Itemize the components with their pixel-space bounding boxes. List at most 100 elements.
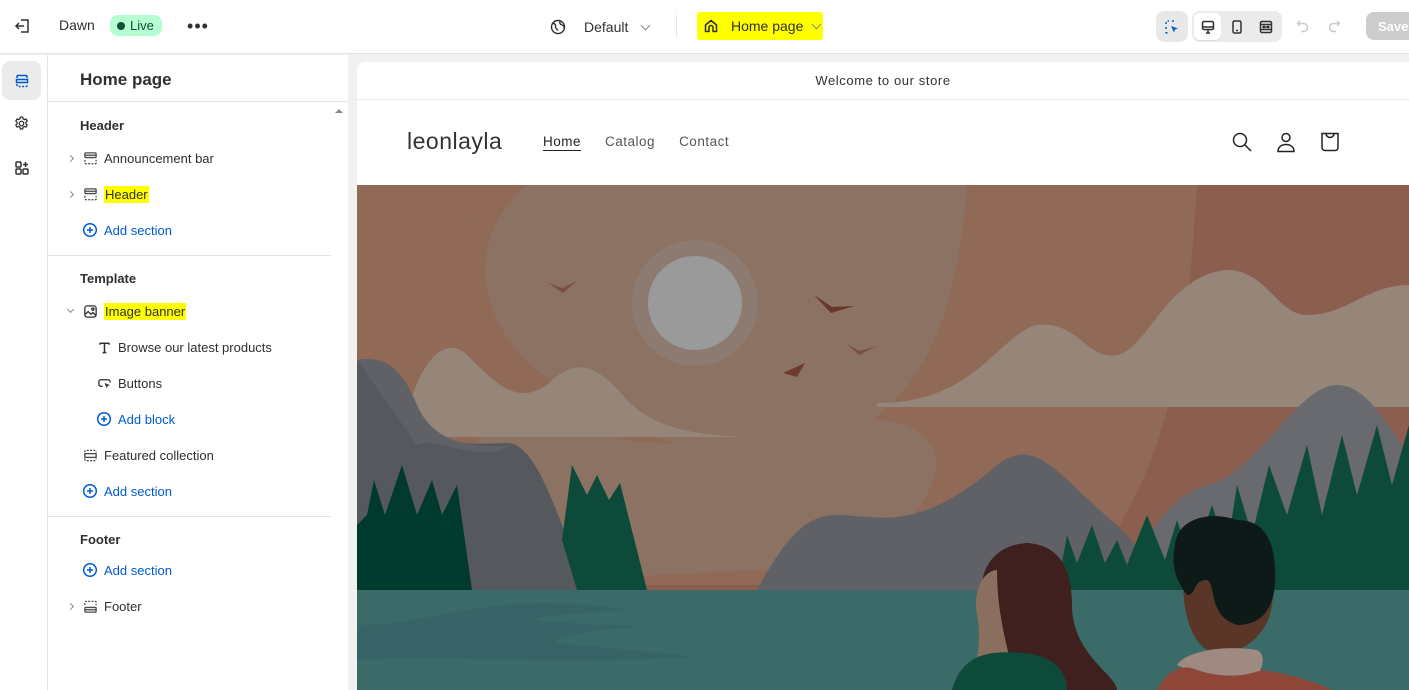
block-label: Browse our latest products xyxy=(118,339,272,355)
add-section-label: Add section xyxy=(104,562,172,578)
nav-link-contact[interactable]: Contact xyxy=(679,134,729,149)
exit-editor-button[interactable] xyxy=(12,15,34,37)
account-icon xyxy=(1277,132,1295,153)
expand-horizontal-icon xyxy=(1260,20,1273,33)
moon xyxy=(648,256,742,350)
nav-link-catalog[interactable]: Catalog xyxy=(605,134,655,149)
section-footer-icon xyxy=(82,598,98,614)
expand-chevron-icon[interactable] xyxy=(64,188,76,200)
editor-sidebar-rail xyxy=(0,55,48,690)
mobile-view-button[interactable] xyxy=(1223,13,1250,40)
gear-icon xyxy=(15,116,28,130)
store-preview: Welcome to our store leonlayla Home Cata… xyxy=(357,62,1409,690)
section-featured-collection[interactable]: Featured collection xyxy=(64,441,330,469)
undo-button[interactable] xyxy=(1292,15,1314,37)
scroll-up-arrow[interactable] xyxy=(335,109,343,113)
header-icons xyxy=(1231,130,1341,154)
page-selector[interactable]: Home page xyxy=(697,12,823,40)
section-announcement-bar[interactable]: Announcement bar xyxy=(64,144,330,172)
chevron-down-icon xyxy=(640,20,651,30)
apps-tab[interactable] xyxy=(2,148,41,187)
plus-circle-icon xyxy=(82,483,98,499)
plus-circle-icon xyxy=(82,562,98,578)
panel-title-divider xyxy=(48,101,348,102)
plus-circle-icon xyxy=(82,222,98,238)
collapse-chevron-icon[interactable] xyxy=(64,305,76,317)
section-icon xyxy=(82,447,98,463)
mobile-icon xyxy=(1232,19,1242,34)
store-nav: Home Catalog Contact xyxy=(543,134,729,149)
nav-link-home[interactable]: Home xyxy=(543,134,581,149)
apps-add-icon xyxy=(14,160,29,175)
group-divider xyxy=(48,516,331,517)
button-cursor-icon xyxy=(96,375,112,391)
expand-chevron-icon[interactable] xyxy=(64,152,76,164)
section-label: Featured collection xyxy=(104,447,214,463)
block-buttons[interactable]: Buttons xyxy=(96,369,330,397)
market-label: Default xyxy=(584,19,629,35)
announcement-bar[interactable]: Welcome to our store xyxy=(357,62,1409,100)
text-icon xyxy=(96,339,112,355)
section-header[interactable]: Header xyxy=(64,180,330,208)
add-section-footer-button[interactable]: Add section xyxy=(64,556,330,584)
theme-name: Dawn xyxy=(59,17,95,33)
select-cursor-icon xyxy=(1165,19,1178,34)
page-selector-label: Home page xyxy=(731,18,804,34)
live-status-badge: Live xyxy=(110,15,162,36)
store-header[interactable]: leonlayla Home Catalog Contact xyxy=(357,100,1409,185)
group-title-template: Template xyxy=(80,271,137,286)
section-image-banner[interactable]: Image banner xyxy=(64,297,330,325)
desktop-icon xyxy=(1201,20,1214,34)
image-icon xyxy=(82,303,98,319)
add-block-button[interactable]: Add block xyxy=(96,405,330,433)
image-banner-illustration[interactable] xyxy=(357,185,1409,690)
panel-preview-gutter xyxy=(348,55,357,690)
redo-icon xyxy=(1328,20,1341,33)
sections-icon xyxy=(15,74,28,87)
section-footer[interactable]: Footer xyxy=(64,592,330,620)
viewport-switcher xyxy=(1192,11,1282,42)
expand-chevron-icon[interactable] xyxy=(64,600,76,612)
account-button[interactable] xyxy=(1275,130,1297,154)
more-actions-button[interactable]: ••• xyxy=(186,14,210,38)
add-section-label: Add section xyxy=(104,222,172,238)
inspector-toggle-button[interactable] xyxy=(1156,11,1188,42)
block-text[interactable]: Browse our latest products xyxy=(96,333,330,361)
topbar-divider xyxy=(676,15,677,37)
editor-topbar: Dawn Live ••• Default Home page Save xyxy=(0,0,1409,54)
section-label: Header xyxy=(104,185,149,203)
search-icon xyxy=(1232,132,1252,152)
section-label: Image banner xyxy=(104,302,187,320)
plus-circle-icon xyxy=(96,411,112,427)
desktop-view-button[interactable] xyxy=(1194,13,1222,40)
store-logo[interactable]: leonlayla xyxy=(407,128,502,155)
search-button[interactable] xyxy=(1231,130,1253,154)
announcement-text: Welcome to our store xyxy=(815,73,951,88)
globe-icon xyxy=(550,19,566,35)
group-divider xyxy=(48,255,331,256)
add-block-label: Add block xyxy=(118,411,176,427)
section-header-icon xyxy=(82,186,98,202)
group-title-footer: Footer xyxy=(80,532,121,547)
panel-title: Home page xyxy=(80,70,172,89)
add-section-header-button[interactable]: Add section xyxy=(64,216,330,244)
add-section-template-button[interactable]: Add section xyxy=(64,477,330,505)
chevron-down-icon xyxy=(811,19,822,29)
market-selector[interactable]: Default xyxy=(550,14,651,40)
redo-button[interactable] xyxy=(1323,15,1345,37)
sections-panel: Home page Header Announcement bar Header… xyxy=(48,55,348,690)
live-status-label: Live xyxy=(130,18,154,33)
cart-bag-icon xyxy=(1321,132,1339,152)
block-label: Buttons xyxy=(118,375,163,391)
home-icon xyxy=(704,19,718,33)
fullwidth-view-button[interactable] xyxy=(1253,13,1280,40)
live-dot-icon xyxy=(117,21,125,30)
exit-icon xyxy=(14,19,29,33)
section-label: Announcement bar xyxy=(104,150,214,166)
save-button[interactable]: Save xyxy=(1366,12,1409,40)
section-header-icon xyxy=(82,150,98,166)
cart-button[interactable] xyxy=(1319,130,1341,154)
add-section-label: Add section xyxy=(104,483,172,499)
sections-tab[interactable] xyxy=(2,61,41,100)
theme-settings-tab[interactable] xyxy=(2,104,41,143)
